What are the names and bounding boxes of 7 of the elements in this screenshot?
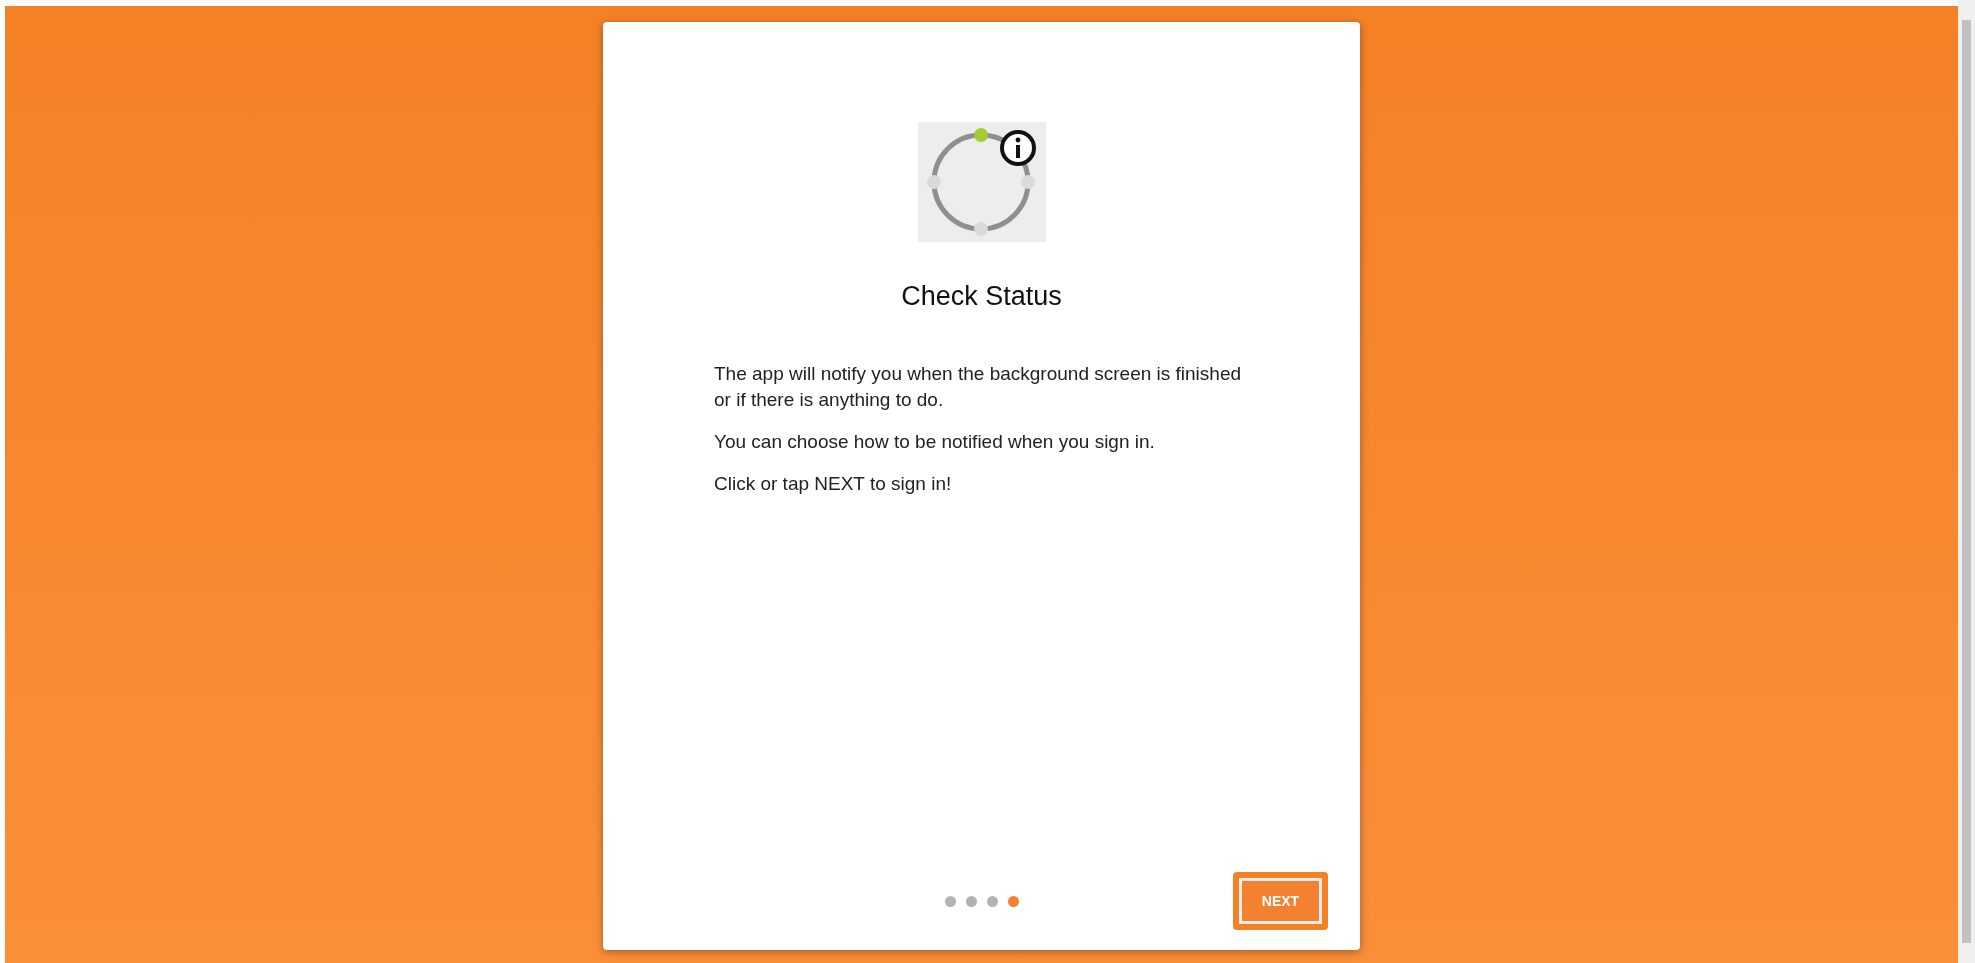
dialog-title: Check Status — [901, 280, 1062, 313]
status-ring-icon — [917, 122, 1046, 242]
scrollbar[interactable] — [1958, 0, 1975, 963]
body-paragraph: The app will notify you when the background screen is finished or if there is anything to do. — [714, 361, 1243, 412]
body-paragraph: You can choose how to be notified when you sign in. — [714, 429, 1156, 454]
body-paragraph: Click or tap NEXT to sign in! — [714, 471, 953, 496]
next-button[interactable]: NEXT — [1233, 872, 1328, 930]
